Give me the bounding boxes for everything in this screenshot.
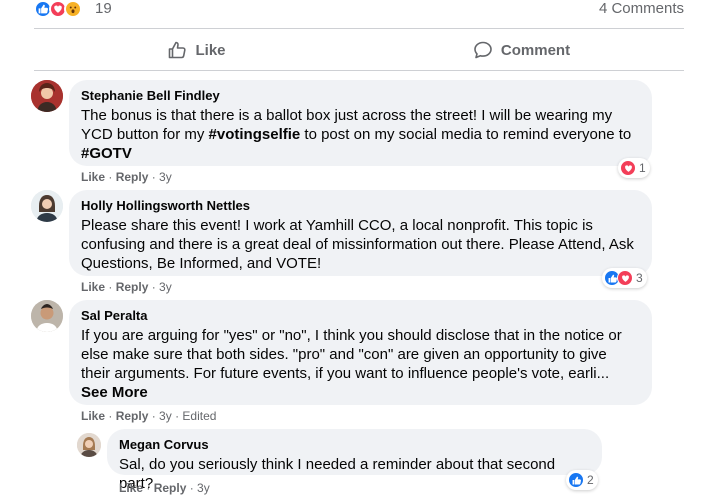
comment-author[interactable]: Megan Corvus — [119, 437, 590, 453]
hashtag-link[interactable]: #votingselfie — [209, 126, 301, 143]
comment-reaction-pill[interactable]: 2 — [566, 470, 598, 490]
see-more-link[interactable]: See More — [81, 384, 148, 401]
divider — [34, 28, 684, 29]
avatar[interactable] — [31, 80, 63, 112]
comment-button-label: Comment — [500, 41, 571, 59]
reaction-count: 1 — [639, 161, 646, 175]
reaction-summary[interactable]: 19 4 Comments — [34, 0, 684, 20]
like-link[interactable]: Like — [81, 409, 105, 423]
like-reaction-icon — [568, 472, 584, 488]
like-button[interactable]: Like — [34, 32, 359, 68]
avatar[interactable] — [31, 190, 63, 222]
love-reaction-icon — [620, 160, 636, 176]
thumbs-up-icon — [169, 41, 187, 59]
like-button-label: Like — [195, 41, 226, 59]
love-reaction-icon — [617, 270, 633, 286]
comment-text: The bonus is that there is a ballot box … — [81, 107, 632, 162]
comment-author[interactable]: Stephanie Bell Findley — [81, 88, 640, 104]
reaction-count: 2 — [587, 473, 594, 487]
timestamp[interactable]: 3y — [159, 280, 172, 294]
timestamp[interactable]: 3y — [197, 481, 210, 495]
timestamp[interactable]: 3y — [159, 170, 172, 184]
comment-bubble: Stephanie Bell Findley The bonus is that… — [69, 80, 652, 166]
like-link[interactable]: Like — [81, 170, 105, 184]
comment-bubble: Sal Peralta If you are arguing for "yes"… — [69, 300, 652, 405]
reaction-count: 3 — [636, 271, 643, 285]
like-link[interactable]: Like — [119, 481, 143, 495]
reply-link[interactable]: Reply — [116, 170, 149, 184]
timestamp[interactable]: 3y — [159, 409, 172, 423]
reaction-count[interactable]: 19 — [95, 0, 112, 17]
reply-link[interactable]: Reply — [116, 280, 149, 294]
comment-actions: Like · Reply · 3y — [119, 481, 210, 495]
reply-link[interactable]: Reply — [116, 409, 149, 423]
comment-button[interactable]: Comment — [359, 32, 684, 68]
speech-bubble-icon — [474, 41, 492, 59]
hashtag-link[interactable]: #GOTV — [81, 145, 132, 162]
divider — [34, 70, 684, 71]
wow-reaction-icon — [64, 0, 82, 18]
comments-count-link[interactable]: 4 Comments — [599, 0, 684, 17]
reply-link[interactable]: Reply — [154, 481, 187, 495]
avatar[interactable] — [31, 300, 63, 332]
comment-text: Please share this event! I work at Yamhi… — [81, 217, 634, 272]
comment-bubble: Holly Hollingsworth Nettles Please share… — [69, 190, 652, 276]
edited-label: Edited — [182, 409, 217, 423]
comment-bubble: Megan Corvus Sal, do you seriously think… — [107, 429, 602, 492]
comment-actions: Like · Reply · 3y · Edited — [81, 409, 217, 423]
like-link[interactable]: Like — [81, 280, 105, 294]
comment-reaction-pill[interactable]: 1 — [618, 158, 650, 178]
comment-text: If you are arguing for "yes" or "no", I … — [81, 327, 622, 401]
comment-actions: Like · Reply · 3y — [81, 170, 172, 184]
post-action-bar: Like Comment — [34, 32, 684, 68]
avatar[interactable] — [77, 433, 101, 457]
comment-reaction-pill[interactable]: 3 — [602, 268, 647, 288]
comment-author[interactable]: Sal Peralta — [81, 308, 640, 324]
comment-actions: Like · Reply · 3y — [81, 280, 172, 294]
comment-author[interactable]: Holly Hollingsworth Nettles — [81, 198, 640, 214]
